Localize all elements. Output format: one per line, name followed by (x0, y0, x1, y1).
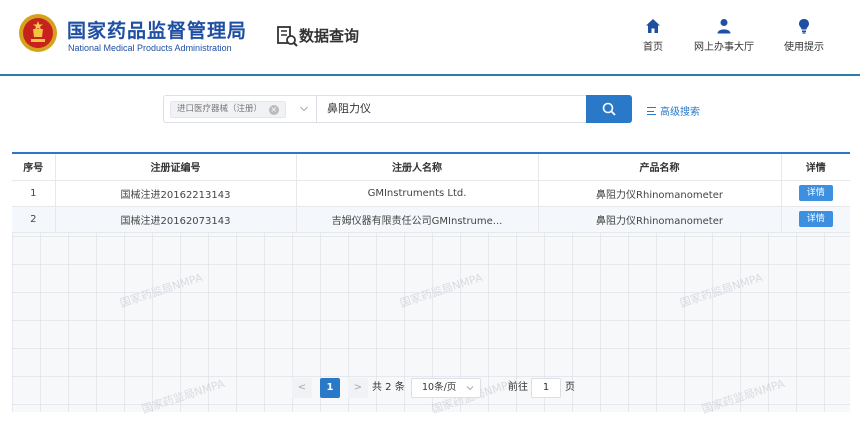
next-page-button[interactable]: > (348, 378, 368, 398)
cell-index: 1 (12, 180, 56, 207)
chevron-down-icon (466, 386, 474, 391)
cell-product: 鼻阻力仪Rhinomanometer (538, 206, 782, 233)
search-button[interactable] (586, 95, 632, 123)
cell-detail: 详情 (781, 206, 850, 233)
search-icon (602, 102, 616, 116)
national-emblem-icon (19, 14, 57, 52)
category-select[interactable]: 进口医疗器械（注册） × (163, 95, 317, 123)
lightbulb-icon (799, 19, 809, 34)
column-header-registrant: 注册人名称 (296, 152, 539, 181)
nav-usage-tips[interactable]: 使用提示 (779, 18, 829, 53)
user-icon (717, 19, 731, 34)
page-size-value: 10条/页 (422, 382, 457, 393)
cell-index: 2 (12, 206, 56, 233)
total-count: 共 2 条 (372, 382, 405, 393)
nav-home-label: 首页 (643, 42, 663, 53)
home-icon (646, 19, 660, 33)
table-header-row: 序号 注册证编号 注册人名称 产品名称 详情 (12, 152, 850, 181)
search-input[interactable]: 鼻阻力仪 (317, 95, 587, 123)
column-header-cert-no: 注册证编号 (55, 152, 297, 181)
advanced-search-label: 高级搜索 (660, 107, 700, 118)
filter-lines-icon (647, 107, 656, 115)
page-size-select[interactable]: 10条/页 (411, 378, 481, 398)
cell-cert-no: 国械注进20162073143 (55, 206, 297, 233)
cell-detail: 详情 (781, 180, 850, 207)
chevron-down-icon (300, 106, 308, 112)
cell-cert-no: 国械注进20162213143 (55, 180, 297, 207)
site-logo-title[interactable]: 国家药品监督管理局 (67, 16, 247, 43)
advanced-search-link[interactable]: 高级搜索 (647, 103, 700, 118)
nav-online-service-hall[interactable]: 网上办事大厅 (689, 18, 759, 53)
detail-button[interactable]: 详情 (798, 211, 833, 227)
tag-close-icon[interactable]: × (268, 105, 279, 115)
nav-usage-tips-label: 使用提示 (784, 42, 824, 53)
site-header: 国家药品监督管理局 National Medical Products Admi… (0, 0, 860, 76)
goto-label: 前往 (508, 382, 528, 393)
page-number-button[interactable]: 1 (320, 378, 340, 398)
column-header-index: 序号 (12, 152, 56, 181)
nav-online-service-hall-label: 网上办事大厅 (694, 42, 754, 53)
cell-registrant: GMInstruments Ltd. (296, 180, 539, 207)
prev-page-button[interactable]: < (292, 378, 312, 398)
table-row: 2 国械注进20162073143 吉姆仪器有限责任公司GMInstrume..… (12, 206, 850, 233)
results-table: 序号 注册证编号 注册人名称 产品名称 详情 1 国械注进20162213143… (12, 152, 850, 233)
column-header-product: 产品名称 (538, 152, 782, 181)
cell-product: 鼻阻力仪Rhinomanometer (538, 180, 782, 207)
category-tag: 进口医疗器械（注册） × (170, 101, 286, 118)
data-query-icon (277, 26, 298, 47)
cell-registrant: 吉姆仪器有限责任公司GMInstrume... (296, 206, 539, 233)
section-title: 数据查询 (299, 27, 360, 45)
column-header-detail: 详情 (781, 152, 850, 181)
goto-page-input[interactable]: 1 (531, 378, 561, 398)
nav-home[interactable]: 首页 (636, 18, 670, 53)
site-logo-subtitle: National Medical Products Administration (68, 43, 232, 53)
detail-button[interactable]: 详情 (798, 185, 833, 201)
goto-suffix: 页 (565, 382, 575, 393)
category-tag-label: 进口医疗器械（注册） (177, 104, 263, 114)
table-row: 1 国械注进20162213143 GMInstruments Ltd. 鼻阻力… (12, 180, 850, 207)
